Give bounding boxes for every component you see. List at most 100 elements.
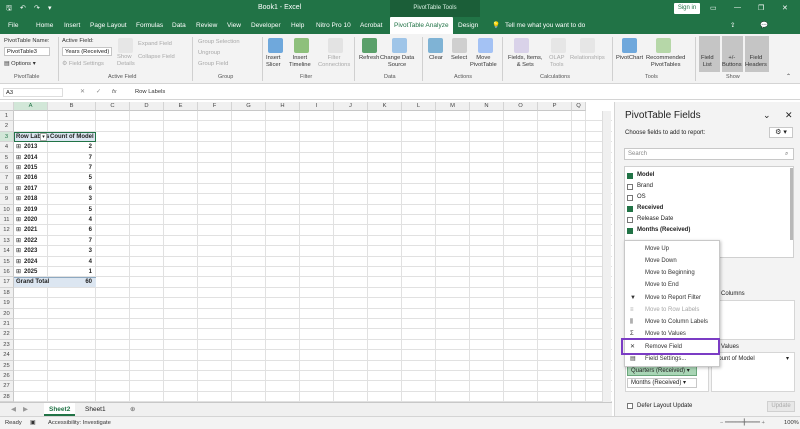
- enter-icon[interactable]: ✓: [96, 89, 101, 96]
- pivotchart-icon[interactable]: [622, 38, 637, 53]
- filter-connections-icon[interactable]: [328, 38, 343, 53]
- undo-icon[interactable]: ↶: [20, 4, 26, 12]
- show-details-label[interactable]: Show Details: [117, 54, 135, 68]
- tab-formulas[interactable]: Formulas: [136, 17, 163, 34]
- zoom-slider[interactable]: − ━━━━━╋━━━━ +: [720, 420, 765, 427]
- close-button[interactable]: ✕: [782, 4, 788, 12]
- zoom-level[interactable]: 100%: [784, 420, 799, 427]
- tab-nitro[interactable]: Nitro Pro 10: [316, 17, 351, 34]
- rows-item-months[interactable]: Months (Received) ▾: [627, 378, 697, 388]
- row-header-13[interactable]: 13: [0, 235, 14, 247]
- row-header-25[interactable]: 25: [0, 360, 14, 371]
- comments-icon[interactable]: 💬: [760, 17, 768, 34]
- row-header-20[interactable]: 20: [0, 308, 14, 319]
- field-checkbox-os[interactable]: [627, 195, 633, 201]
- active-field-input[interactable]: Years (Received): [62, 47, 112, 56]
- row-header-9[interactable]: 9: [0, 194, 14, 205]
- menu-move-to-column-labels[interactable]: Move to Column Labels: [625, 316, 719, 328]
- tab-data[interactable]: Data: [172, 17, 186, 34]
- row-header-18[interactable]: 18: [0, 287, 14, 299]
- expand-icon[interactable]: ⊞: [16, 153, 21, 163]
- row-header-7[interactable]: 7: [0, 173, 14, 184]
- select-button[interactable]: Select: [451, 55, 467, 62]
- insert-slicer-button[interactable]: Insert Slicer: [266, 55, 281, 69]
- field-checkbox-release-date[interactable]: [627, 217, 633, 223]
- relationships-button[interactable]: Relationships: [570, 55, 605, 62]
- menu-move-down[interactable]: Move Down: [625, 255, 719, 267]
- pivot-row-value[interactable]: 4: [50, 257, 94, 267]
- expand-icon[interactable]: ⊞: [16, 267, 21, 277]
- relationships-icon[interactable]: [580, 38, 595, 53]
- pivot-row-value[interactable]: 7: [50, 163, 94, 173]
- macro-record-icon[interactable]: ▣: [30, 420, 35, 427]
- pivot-row-value[interactable]: 1: [50, 267, 94, 277]
- expand-icon[interactable]: ⊞: [16, 194, 21, 204]
- field-checkbox-received[interactable]: [627, 206, 633, 212]
- field-settings-button[interactable]: ⚙ Field Settings: [62, 61, 104, 68]
- row-header-1[interactable]: 1: [0, 111, 14, 122]
- pivot-row-value[interactable]: 7: [50, 236, 94, 246]
- clear-icon[interactable]: [428, 38, 443, 53]
- row-header-8[interactable]: 8: [0, 183, 14, 195]
- column-header-p[interactable]: P: [538, 102, 572, 111]
- options-button[interactable]: ▤ Options ▾: [4, 61, 36, 68]
- tab-acrobat[interactable]: Acrobat: [360, 17, 382, 34]
- field-search-input[interactable]: Search ⌕: [624, 148, 794, 160]
- sheet-tab-sheet1[interactable]: Sheet1: [80, 403, 111, 416]
- column-header-i[interactable]: I: [300, 102, 334, 111]
- column-header-c[interactable]: C: [96, 102, 130, 111]
- select-icon[interactable]: [452, 38, 467, 53]
- pivot-row-value[interactable]: 6: [50, 225, 94, 235]
- expand-icon[interactable]: ⊞: [16, 173, 21, 183]
- expand-icon[interactable]: ⊞: [16, 184, 21, 194]
- row-header-3[interactable]: 3: [0, 131, 14, 143]
- drill-down-icon[interactable]: [118, 38, 133, 53]
- pivot-count-header[interactable]: Count of Model: [50, 132, 94, 142]
- pivot-row-value[interactable]: 6: [50, 184, 94, 194]
- field-checkbox-brand[interactable]: [627, 184, 633, 190]
- formula-content[interactable]: Row Labels: [135, 89, 165, 96]
- column-header-n[interactable]: N: [470, 102, 504, 111]
- pivotchart-button[interactable]: PivotChart: [616, 55, 643, 62]
- column-header-e[interactable]: E: [164, 102, 198, 111]
- row-header-24[interactable]: 24: [0, 350, 14, 361]
- pivot-row-value[interactable]: 4: [50, 215, 94, 225]
- rows-item-quarters[interactable]: Quarters (Received) ▾: [627, 366, 697, 376]
- name-box[interactable]: A3: [3, 88, 63, 97]
- row-header-16[interactable]: 16: [0, 267, 14, 278]
- row-header-17[interactable]: 17: [0, 277, 14, 288]
- tab-file[interactable]: File: [8, 17, 18, 34]
- scroll-right-icon[interactable]: ▶: [18, 403, 33, 416]
- insert-slicer-icon[interactable]: [268, 38, 283, 53]
- olap-tools-icon[interactable]: [551, 38, 566, 53]
- pivot-row-value[interactable]: 2: [50, 142, 94, 152]
- column-header-k[interactable]: K: [368, 102, 402, 111]
- field-months-received[interactable]: Months (Received): [637, 225, 690, 235]
- recommended-pivottables-button[interactable]: Recommended PivotTables: [646, 55, 685, 69]
- column-header-o[interactable]: O: [504, 102, 538, 111]
- row-header-2[interactable]: 2: [0, 121, 14, 132]
- row-header-22[interactable]: 22: [0, 329, 14, 340]
- ungroup-button[interactable]: Ungroup: [198, 50, 220, 57]
- clear-button[interactable]: Clear: [429, 55, 443, 62]
- tab-view[interactable]: View: [227, 17, 241, 34]
- tab-help[interactable]: Help: [291, 17, 304, 34]
- pane-options-icon[interactable]: ⌄: [763, 110, 771, 120]
- column-header-d[interactable]: D: [130, 102, 164, 111]
- worksheet-grid[interactable]: A B C D E F G H I J K L M N O P Q 1 2 3 4 5 6 7 8 9 10 11 12 13 14 15 16…: [0, 102, 612, 402]
- row-labels-filter-dropdown-icon[interactable]: ▾: [40, 132, 47, 141]
- row-header-14[interactable]: 14: [0, 246, 14, 257]
- menu-move-to-beginning[interactable]: Move to Beginning: [625, 267, 719, 279]
- collapse-ribbon-icon[interactable]: ⌃: [786, 74, 791, 81]
- column-header-j[interactable]: J: [334, 102, 368, 111]
- expand-icon[interactable]: ⊞: [16, 163, 21, 173]
- group-selection-button[interactable]: Group Selection: [198, 39, 240, 46]
- row-header-19[interactable]: 19: [0, 298, 14, 309]
- row-header-21[interactable]: 21: [0, 319, 14, 330]
- customize-qat-icon[interactable]: ▾: [48, 4, 52, 12]
- insert-timeline-icon[interactable]: [294, 38, 309, 53]
- row-header-28[interactable]: 28: [0, 391, 14, 402]
- tab-design[interactable]: Design: [458, 17, 478, 34]
- values-item-dropdown-icon[interactable]: ▾: [786, 354, 789, 364]
- sheet-tab-sheet2[interactable]: Sheet2: [44, 403, 76, 416]
